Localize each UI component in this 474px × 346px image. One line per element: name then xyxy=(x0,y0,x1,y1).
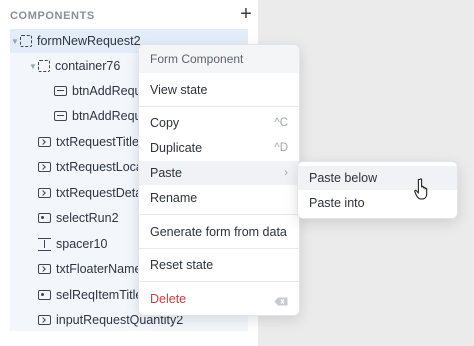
tree-row-selReqItemTitle[interactable]: selReqItemTitle xyxy=(38,283,142,307)
menu-item-rename[interactable]: Rename xyxy=(139,186,299,210)
chevron-right-icon: › xyxy=(284,167,288,179)
button-icon xyxy=(54,111,67,121)
tree-row-label: selectRun2 xyxy=(56,211,119,225)
container-icon xyxy=(38,60,50,72)
text-input-icon xyxy=(38,264,51,274)
menu-item-reset-state[interactable]: Reset state xyxy=(139,253,299,277)
menu-item-duplicate[interactable]: Duplicate ^D xyxy=(139,136,299,160)
menu-divider xyxy=(139,281,299,282)
tree-row-label: container76 xyxy=(55,59,121,73)
select-icon xyxy=(38,213,51,223)
tree-row-txtFloaterName[interactable]: txtFloaterName xyxy=(38,257,141,281)
tree-row-btnAddRequ-2[interactable]: btnAddRequ xyxy=(54,104,142,128)
text-input-icon xyxy=(38,162,51,172)
shortcut-hint: ^D xyxy=(274,142,288,154)
menu-item-label: Rename xyxy=(150,191,198,205)
context-menu-header: Form Component xyxy=(139,45,299,73)
tree-row-selectRun2[interactable]: selectRun2 xyxy=(38,206,119,230)
menu-item-label: Generate form from data xyxy=(150,225,287,239)
backspace-icon xyxy=(274,295,288,305)
menu-divider xyxy=(139,248,299,249)
text-input-icon xyxy=(38,137,51,147)
menu-item-generate-form[interactable]: Generate form from data xyxy=(139,220,299,244)
chevron-down-icon[interactable]: ▼ xyxy=(10,37,20,46)
panel-title: COMPONENTS xyxy=(10,10,95,22)
tree-row-container76[interactable]: ▼ container76 xyxy=(28,54,120,78)
tree-row-txtRequestLoca[interactable]: txtRequestLoca xyxy=(38,155,143,179)
tree-row-label: txtRequestDeta xyxy=(56,186,143,200)
container-icon xyxy=(20,35,32,47)
tree-row-txtRequestTitle[interactable]: txtRequestTitle xyxy=(38,130,139,154)
tree-row-txtRequestDeta[interactable]: txtRequestDeta xyxy=(38,181,142,205)
hand-pointer-icon xyxy=(414,178,432,200)
menu-item-label: Paste into xyxy=(309,196,365,210)
text-input-icon xyxy=(38,315,51,325)
menu-item-label: Reset state xyxy=(150,258,214,272)
paste-submenu: Paste below Paste into xyxy=(297,161,458,219)
menu-item-view-state[interactable]: View state xyxy=(139,78,299,102)
menu-divider xyxy=(139,214,299,215)
text-input-icon xyxy=(38,188,51,198)
add-component-button[interactable]: + xyxy=(236,4,256,24)
menu-divider xyxy=(139,106,299,107)
menu-item-label: Delete xyxy=(150,292,187,306)
context-menu: Form Component View state Copy ^C Duplic… xyxy=(138,44,300,316)
menu-item-label: View state xyxy=(150,83,208,97)
menu-item-paste-into[interactable]: Paste into xyxy=(298,191,457,215)
tree-row-label: txtRequestTitle xyxy=(56,135,139,149)
menu-item-delete[interactable]: Delete xyxy=(139,287,299,311)
tree-row-label: btnAddRequ xyxy=(72,84,142,98)
menu-item-label: Paste xyxy=(150,166,182,180)
tree-row-label: txtFloaterName xyxy=(56,262,142,276)
tree-row-btnAddRequ-1[interactable]: btnAddRequ xyxy=(54,79,142,103)
tree-row-label: spacer10 xyxy=(56,237,108,251)
chevron-down-icon[interactable]: ▼ xyxy=(28,62,38,71)
select-icon xyxy=(38,290,51,300)
menu-item-paste-below[interactable]: Paste below xyxy=(298,166,457,190)
menu-item-paste[interactable]: Paste › xyxy=(139,161,299,185)
menu-item-label: Copy xyxy=(150,116,180,130)
spacer-icon xyxy=(38,237,51,251)
tree-row-label: txtRequestLoca xyxy=(56,160,143,174)
tree-row-spacer10[interactable]: spacer10 xyxy=(38,232,107,256)
tree-row-label: btnAddRequ xyxy=(72,109,142,123)
button-icon xyxy=(54,86,67,96)
menu-item-label: Duplicate xyxy=(150,141,203,155)
tree-row-label: selReqItemTitle xyxy=(56,288,143,302)
tree-row-label: formNewRequest2 xyxy=(37,34,141,48)
menu-item-copy[interactable]: Copy ^C xyxy=(139,111,299,135)
shortcut-hint: ^C xyxy=(274,117,288,129)
menu-item-label: Paste below xyxy=(309,171,378,185)
